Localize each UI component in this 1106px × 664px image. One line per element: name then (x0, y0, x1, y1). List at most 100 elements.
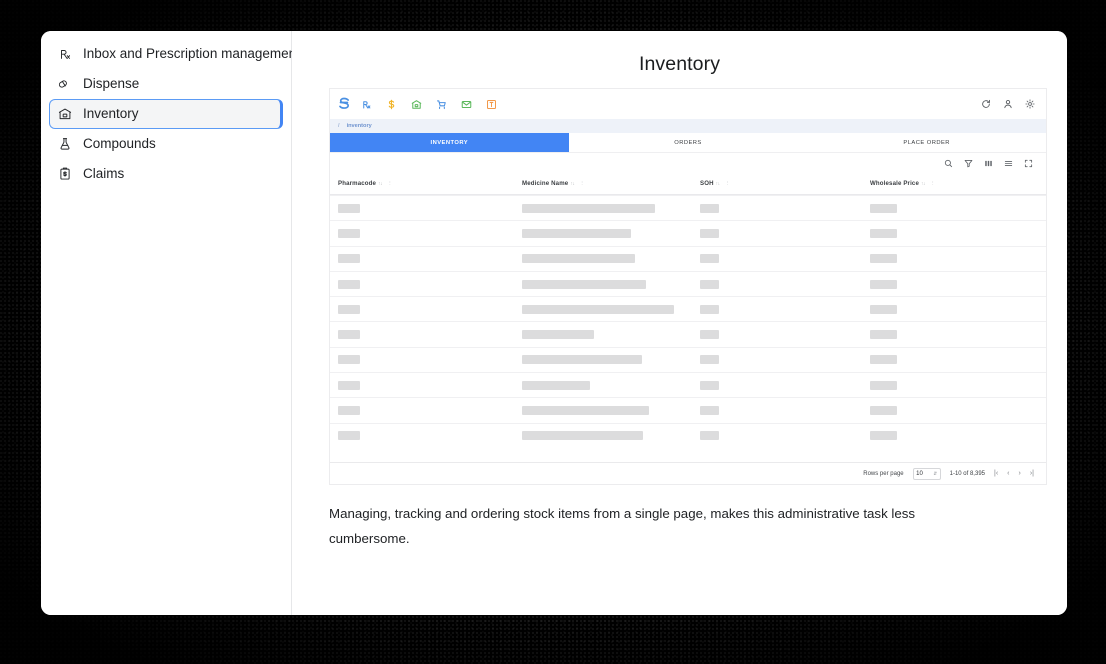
tab-orders[interactable]: ORDERS (568, 133, 808, 152)
skeleton-placeholder (522, 203, 655, 213)
inventory-app-screenshot: / inventory INVENTORY ORDERS PLACE ORDER (329, 88, 1047, 485)
cell-soh (700, 380, 870, 390)
user-icon[interactable] (1002, 99, 1013, 110)
orange-square-icon[interactable] (485, 98, 497, 110)
store-icon[interactable] (410, 98, 422, 110)
skeleton-placeholder (870, 406, 897, 416)
table-row[interactable] (330, 220, 1046, 245)
skeleton-placeholder (338, 203, 360, 213)
breadcrumb-current[interactable]: inventory (347, 123, 372, 129)
kebab-menu-icon[interactable]: ⋮ (387, 181, 393, 187)
column-header-pharmacode[interactable]: Pharmacode ↑↓ ⋮ (338, 180, 522, 187)
skeleton-placeholder (700, 330, 719, 340)
cell-wholesale-price (870, 431, 1046, 441)
sidebar-item-dispense[interactable]: Dispense (49, 69, 283, 99)
skeleton-placeholder (870, 279, 897, 289)
tab-place-order[interactable]: PLACE ORDER (807, 133, 1046, 152)
cell-pharmacode (338, 330, 522, 340)
table-row[interactable] (330, 296, 1046, 321)
skeleton-placeholder (700, 406, 719, 416)
cell-medicine-name (522, 304, 700, 314)
skeleton-placeholder (700, 203, 719, 213)
column-header-medicine-name[interactable]: Medicine Name ↑↓ ⋮ (522, 180, 700, 187)
cell-wholesale-price (870, 254, 1046, 264)
sidebar-item-label: Claims (83, 166, 125, 182)
cell-soh (700, 279, 870, 289)
skeleton-placeholder (338, 431, 360, 441)
column-header-soh[interactable]: SOH ↑↓ ⋮ (700, 180, 870, 187)
fullscreen-icon[interactable] (1023, 158, 1033, 168)
skeleton-placeholder (338, 355, 360, 365)
table-row[interactable] (330, 422, 1046, 448)
cell-soh (700, 406, 870, 416)
rx-icon[interactable] (360, 98, 372, 110)
sidebar-nav-list: Inbox and Prescription management Dispen… (41, 35, 300, 189)
table-row[interactable] (330, 346, 1046, 372)
content-panel: Inventory / inventory INVENTORY ORDERS P… (292, 31, 1067, 615)
sidebar-item-compounds[interactable]: Compounds (49, 129, 283, 159)
cell-wholesale-price (870, 330, 1046, 340)
cart-icon[interactable] (435, 98, 447, 110)
sidebar-item-label: Inventory (83, 106, 139, 122)
pagination-nav: |‹ ‹ › ›| (994, 470, 1034, 477)
table-toolbar (330, 152, 1046, 173)
density-icon[interactable] (1003, 158, 1013, 168)
kebab-menu-icon[interactable]: ⋮ (579, 181, 585, 187)
sort-icon[interactable]: ↑↓ (570, 181, 575, 187)
tab-inventory[interactable]: INVENTORY (330, 133, 569, 152)
skeleton-placeholder (522, 254, 635, 264)
table-row[interactable] (330, 245, 1046, 271)
table-row[interactable] (330, 270, 1046, 296)
first-page-button[interactable]: |‹ (994, 470, 998, 477)
cell-wholesale-price (870, 406, 1046, 416)
rows-per-page-label: Rows per page (863, 470, 904, 477)
sidebar-item-inventory[interactable]: Inventory (49, 99, 283, 129)
page-title: Inventory (638, 53, 721, 75)
columns-icon[interactable] (983, 158, 993, 168)
prev-page-button[interactable]: ‹ (1007, 470, 1009, 477)
filter-icon[interactable] (963, 158, 973, 168)
dollar-icon[interactable] (385, 98, 397, 110)
app-icon-row (360, 98, 497, 110)
kebab-menu-icon[interactable]: ⋮ (725, 181, 731, 187)
sidebar-item-claims[interactable]: Claims (49, 159, 283, 189)
s-logo-icon[interactable] (335, 95, 353, 113)
skeleton-placeholder (338, 304, 360, 314)
column-header-label: Pharmacode (338, 180, 377, 187)
cell-soh (700, 304, 870, 314)
cell-soh (700, 330, 870, 340)
rows-per-page-select[interactable]: 10 ⇵ (912, 467, 941, 480)
tab-bar: INVENTORY ORDERS PLACE ORDER (330, 133, 1046, 152)
skeleton-placeholder (870, 330, 897, 340)
table-row[interactable] (330, 321, 1046, 346)
skeleton-placeholder (700, 380, 719, 390)
last-page-button[interactable]: ›| (1030, 470, 1034, 477)
table-row[interactable] (330, 195, 1046, 220)
envelope-icon[interactable] (460, 98, 472, 110)
gear-icon[interactable] (1024, 99, 1035, 110)
column-header-wholesale-price[interactable]: Wholesale Price ↑↓ ⋮ (870, 180, 1046, 187)
cell-medicine-name (522, 380, 700, 390)
page-range-label: 1-10 of 8,395 (949, 470, 985, 477)
refresh-icon[interactable] (980, 99, 991, 110)
sort-icon[interactable]: ↑↓ (716, 181, 721, 187)
skeleton-placeholder (522, 330, 594, 340)
skeleton-placeholder (522, 304, 674, 314)
skeleton-placeholder (700, 355, 719, 365)
cell-wholesale-price (870, 304, 1046, 314)
next-page-button[interactable]: › (1019, 470, 1021, 477)
cell-soh (700, 203, 870, 213)
search-icon[interactable] (943, 158, 953, 168)
skeleton-placeholder (522, 355, 642, 365)
cell-medicine-name (522, 431, 700, 441)
sidebar-item-inbox-and-prescription-management[interactable]: Inbox and Prescription management (49, 39, 300, 69)
table-row[interactable] (330, 397, 1046, 422)
sort-icon[interactable]: ↑↓ (378, 181, 383, 187)
kebab-menu-icon[interactable]: ⋮ (930, 181, 936, 187)
rx-icon (58, 47, 72, 61)
cell-soh (700, 228, 870, 238)
table-row[interactable] (330, 372, 1046, 397)
sidebar-item-label: Compounds (83, 136, 156, 152)
sort-icon[interactable]: ↑↓ (921, 181, 926, 187)
cell-pharmacode (338, 304, 522, 314)
